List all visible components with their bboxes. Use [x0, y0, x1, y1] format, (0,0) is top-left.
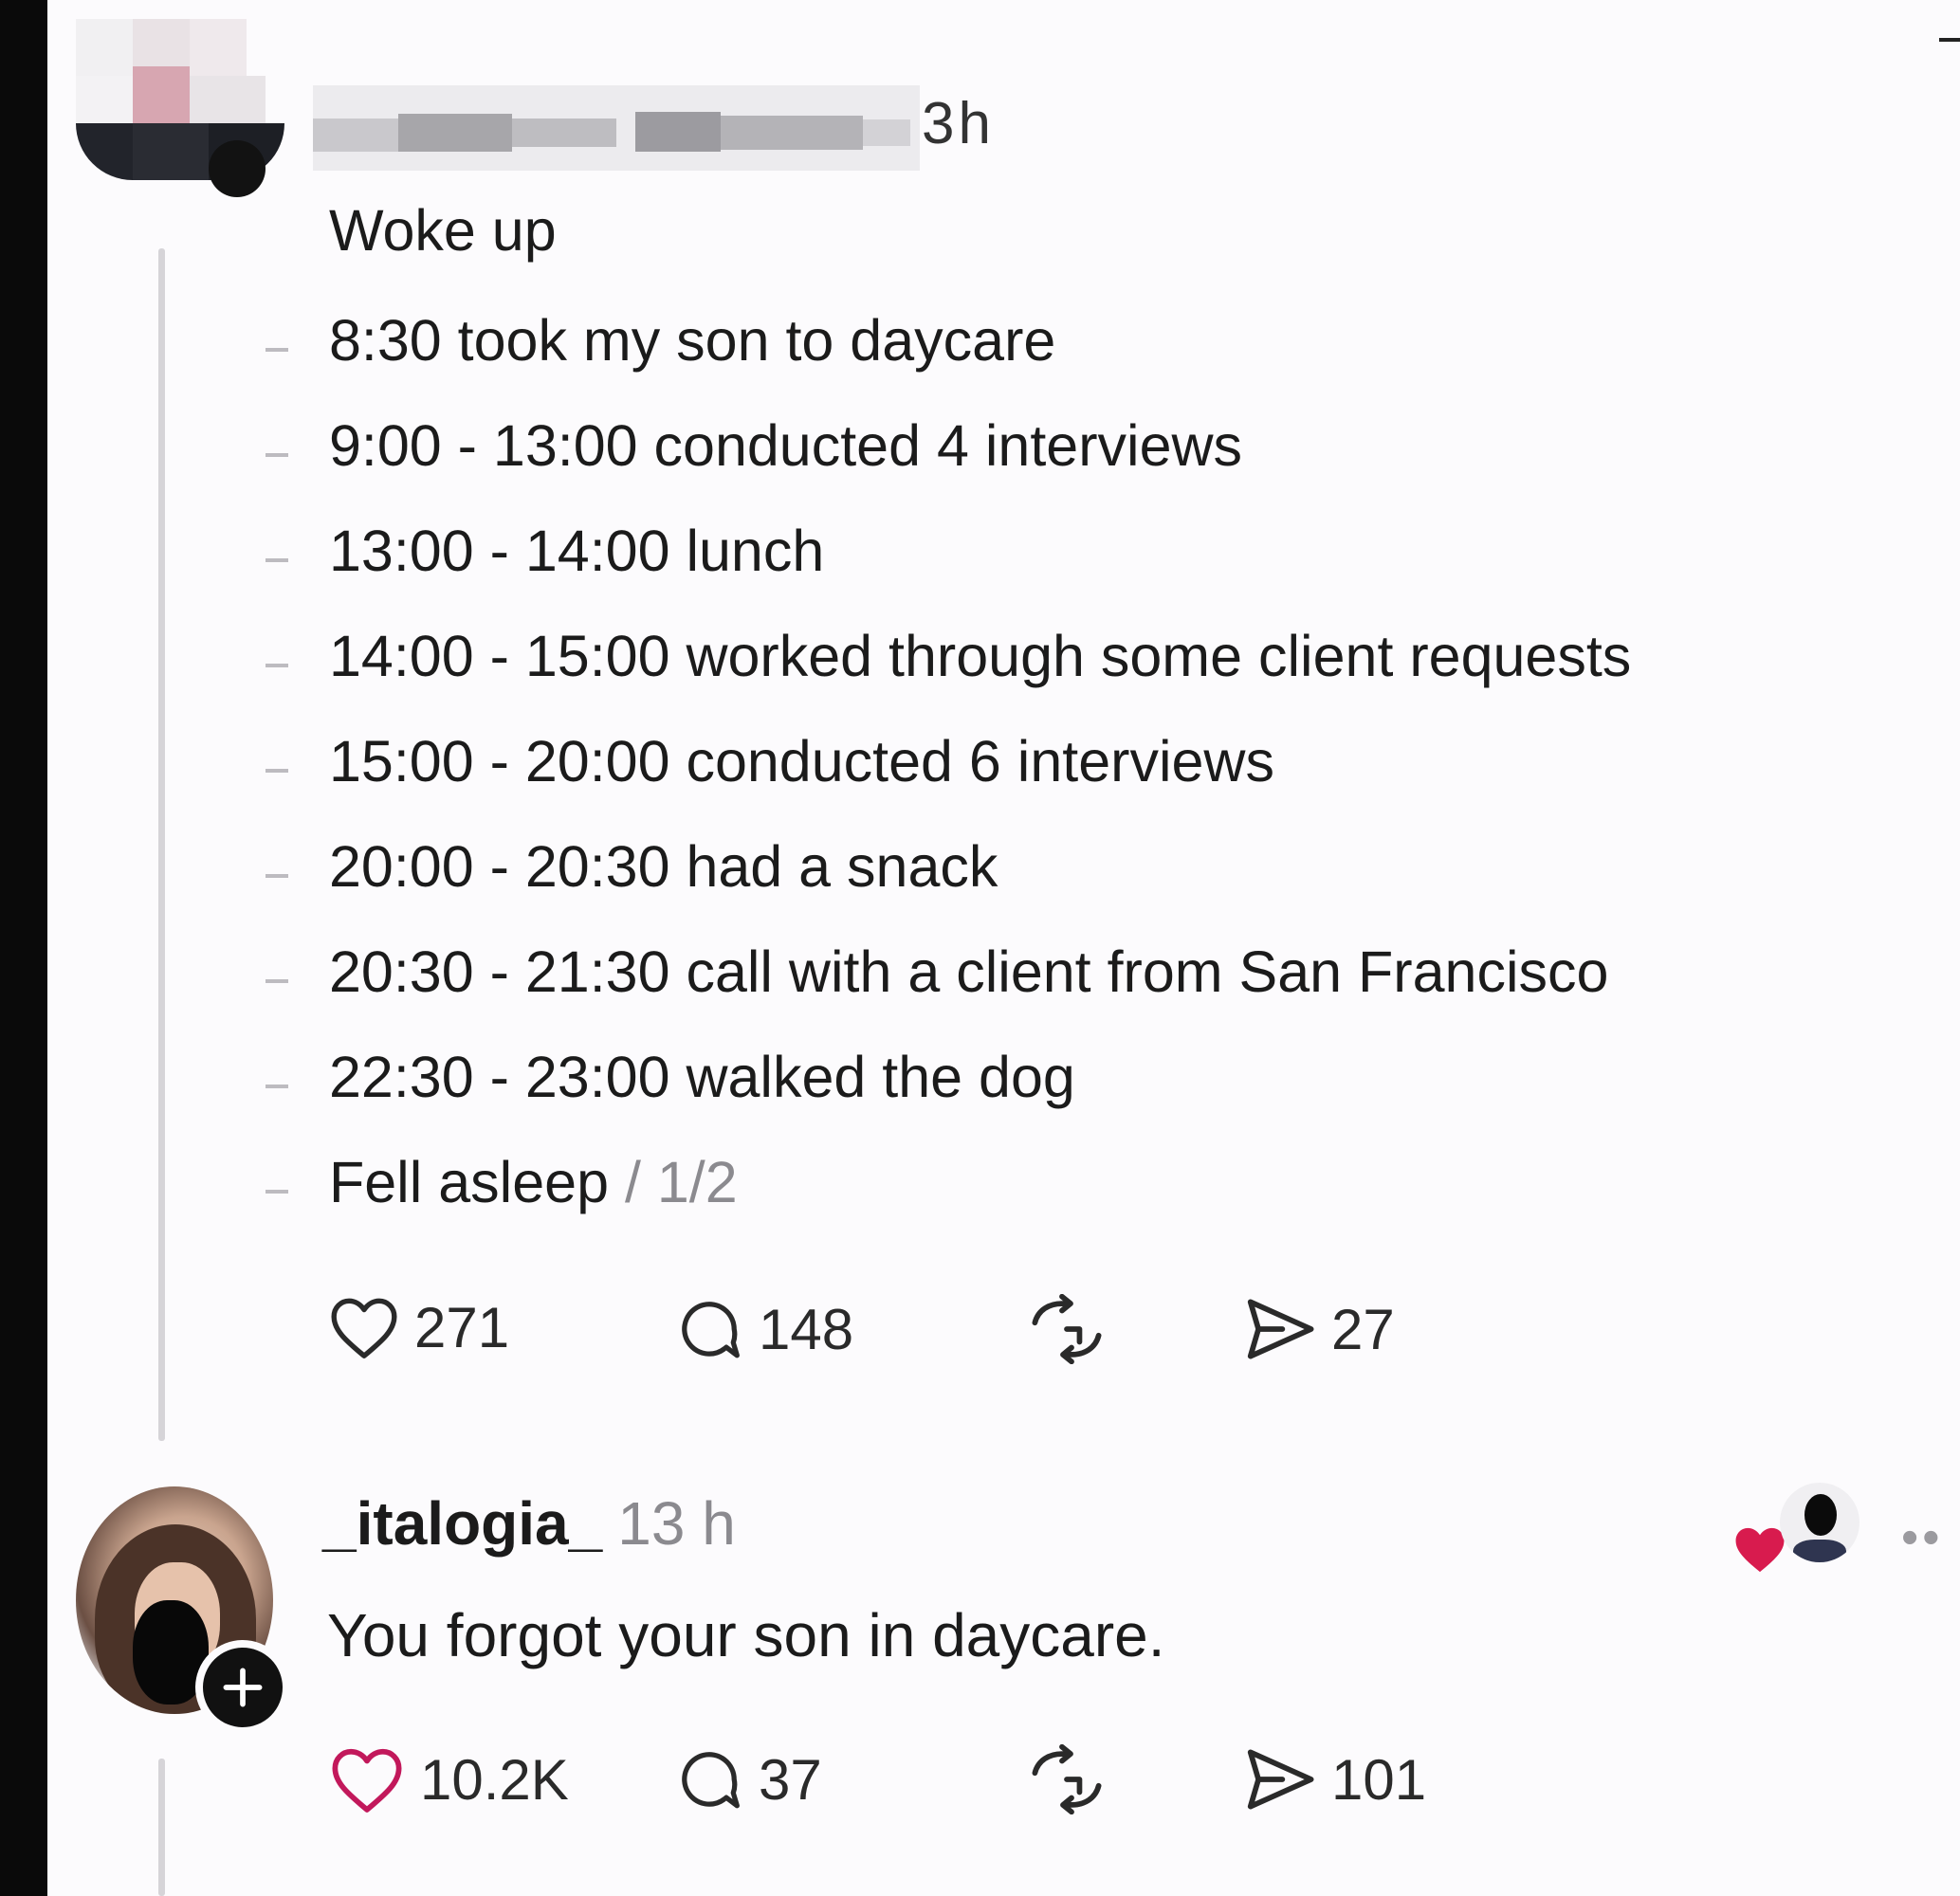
list-dash	[266, 558, 288, 562]
reply-timestamp: 13 h	[617, 1489, 736, 1558]
list-dash	[266, 1190, 288, 1194]
share-button[interactable]: 27	[1240, 1294, 1395, 1364]
reply-like-button[interactable]: 10.2K	[327, 1744, 569, 1814]
post-line: 20:30 - 21:30 call with a client from Sa…	[329, 939, 1609, 1004]
post-line: 20:00 - 20:30 had a snack	[329, 834, 998, 899]
list-dash	[266, 348, 288, 352]
author-name-pixelated[interactable]	[313, 85, 920, 171]
screen-edge-bar	[0, 0, 47, 1896]
like-button[interactable]: 271	[327, 1294, 509, 1360]
post-line: 14:00 - 15:00 worked through some client…	[329, 624, 1632, 688]
repost-button[interactable]	[1024, 1294, 1109, 1364]
repost-icon	[1032, 1744, 1102, 1814]
list-dash	[266, 453, 288, 457]
post-line: 22:30 - 23:00 walked the dog	[329, 1045, 1075, 1109]
follow-button[interactable]	[195, 1640, 290, 1735]
post-line-last: Fell asleep / 1/2	[329, 1149, 738, 1215]
reply-comment-button[interactable]: 37	[673, 1744, 822, 1814]
post-line: 9:00 - 13:00 conducted 4 interviews	[329, 413, 1243, 478]
post-line: 15:00 - 20:00 conducted 6 interviews	[329, 729, 1274, 793]
post-line: 13:00 - 14:00 lunch	[329, 519, 825, 583]
liked-by-avatar	[1780, 1483, 1859, 1562]
list-dash	[266, 769, 288, 773]
heart-icon	[332, 1748, 402, 1813]
post-line-text: Fell asleep	[329, 1150, 609, 1214]
more-icon[interactable]: ••	[1901, 1509, 1943, 1566]
post-line: 8:30 took my son to daycare	[329, 308, 1056, 373]
page-indicator: / 1/2	[609, 1150, 738, 1214]
share-icon	[1247, 1749, 1314, 1810]
reply-header: _italogia_ 13 h	[322, 1488, 736, 1559]
post-timestamp: 3h	[922, 91, 995, 156]
comment-count: 148	[759, 1297, 854, 1361]
follow-badge-author[interactable]	[209, 140, 266, 197]
comment-icon	[682, 1302, 740, 1358]
share-icon	[1247, 1299, 1314, 1359]
reply-text: You forgot your son in daycare.	[327, 1601, 1165, 1669]
heart-icon	[331, 1298, 397, 1358]
reply-share-count: 101	[1331, 1747, 1427, 1812]
corner-mark	[1939, 38, 1960, 42]
post-line: Woke up	[329, 198, 557, 263]
comment-button[interactable]: 148	[673, 1294, 853, 1364]
reply-repost-button[interactable]	[1024, 1744, 1109, 1814]
repost-icon	[1032, 1294, 1102, 1364]
plus-icon	[223, 1668, 263, 1707]
list-dash	[266, 664, 288, 667]
comment-icon	[682, 1752, 740, 1809]
list-dash	[266, 979, 288, 983]
reply-share-button[interactable]: 101	[1240, 1744, 1426, 1814]
list-dash	[266, 874, 288, 878]
like-count: 271	[414, 1295, 510, 1359]
reply-comment-count: 37	[759, 1747, 822, 1812]
reply-thread-line	[158, 1759, 165, 1896]
liked-by-author-indicator[interactable]	[1731, 1479, 1863, 1583]
thread-line	[158, 248, 165, 1441]
list-dash	[266, 1085, 288, 1088]
reply-like-count: 10.2K	[420, 1747, 569, 1812]
share-count: 27	[1331, 1297, 1395, 1361]
reply-username[interactable]: _italogia_	[322, 1489, 602, 1558]
